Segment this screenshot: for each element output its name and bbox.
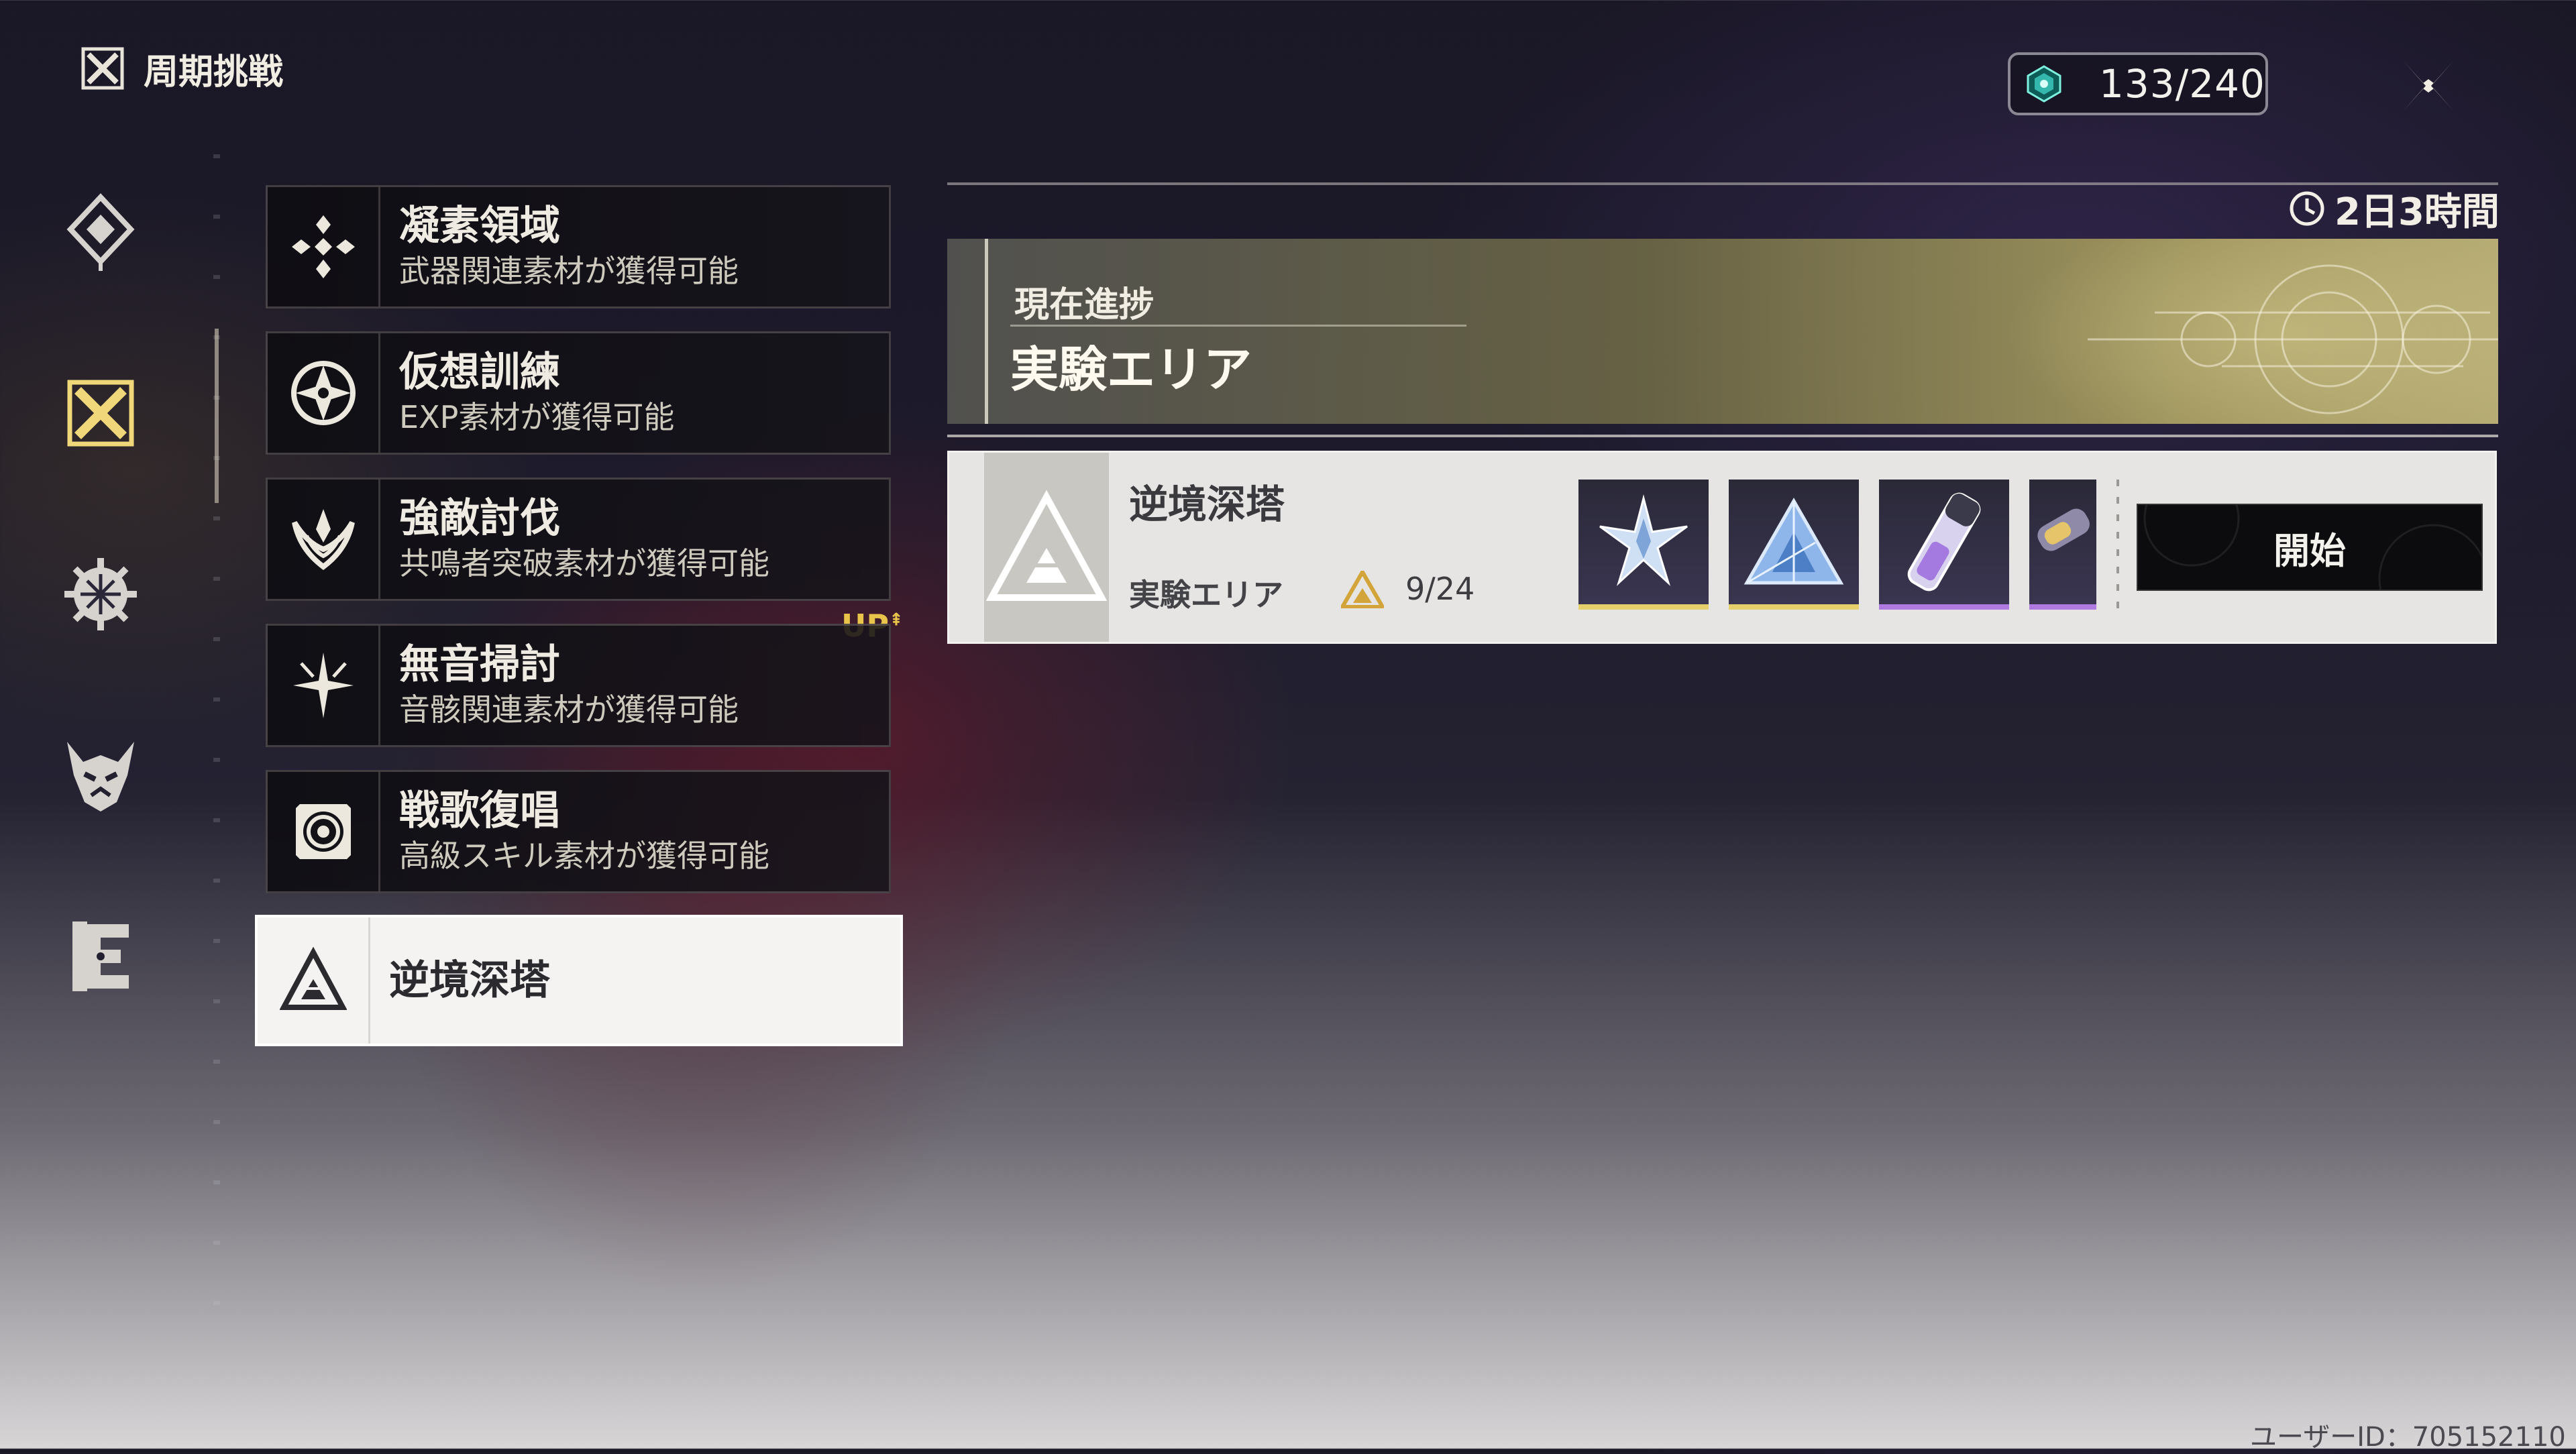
challenge-item[interactable]: 戦歌復唱 高級スキル素材が獲得可能 <box>266 770 891 893</box>
start-button[interactable]: 開始 <box>2137 504 2483 591</box>
challenge-icon-slot <box>268 772 380 891</box>
tower-title: 逆境深塔 <box>1129 482 1285 527</box>
challenge-desc: 武器関連素材が獲得可能 <box>399 253 739 289</box>
challenge-icon-slot <box>268 626 380 745</box>
tower-area: 実験エリア <box>1129 577 1283 613</box>
challenge-item-selected[interactable]: 逆境深塔 <box>255 915 903 1046</box>
triangle-tower-icon <box>279 947 347 1010</box>
banner-accent <box>985 239 988 424</box>
nav-active-indicator <box>215 329 219 503</box>
diamond-cluster-icon <box>291 215 355 278</box>
reward-item[interactable] <box>1578 480 1709 610</box>
challenge-name: 仮想訓練 <box>399 349 560 396</box>
nav-item-periodic[interactable] <box>60 373 141 453</box>
challenge-item[interactable]: 無音掃討 音骸関連素材が獲得可能 <box>266 624 891 747</box>
stamina-gem-icon <box>2027 65 2061 103</box>
partial-item-icon <box>2037 508 2090 551</box>
page-title: 周期挑戦 <box>144 52 284 93</box>
progress-triangle-icon <box>1341 571 1384 608</box>
panel-divider <box>947 182 2498 185</box>
close-button[interactable] <box>2395 52 2462 119</box>
target-ring-icon <box>295 804 351 859</box>
challenge-item[interactable]: 強敵討伐 共鳴者突破素材が獲得可能 <box>266 478 891 601</box>
challenge-icon-slot <box>258 917 370 1044</box>
banner-pattern <box>2088 264 2498 414</box>
sparkle-star-icon <box>292 653 354 718</box>
challenge-icon-slot <box>268 480 380 599</box>
tower-detail-card: 逆境深塔 実験エリア 9/24 開始 <box>947 451 2497 644</box>
challenge-desc: 共鳴者突破素材が獲得可能 <box>399 545 769 581</box>
challenge-name: 逆境深塔 <box>389 957 550 1004</box>
challenge-icon-slot <box>268 333 380 453</box>
challenge-desc: EXP素材が獲得可能 <box>399 399 675 435</box>
tower-progress: 9/24 <box>1405 571 1475 607</box>
challenge-item[interactable]: 仮想訓練 EXP素材が獲得可能 <box>266 331 891 455</box>
tower-emblem <box>984 453 1109 642</box>
challenge-icon-slot <box>268 187 380 306</box>
challenge-name: 戦歌復唱 <box>399 787 560 834</box>
button-pattern <box>2143 505 2481 590</box>
reward-item[interactable] <box>1729 480 1859 610</box>
nav-item-tower[interactable] <box>60 916 141 997</box>
snowflake-gear-icon <box>64 558 137 630</box>
nav-item-snowflake[interactable] <box>60 554 141 634</box>
reward-item[interactable] <box>1879 480 2009 610</box>
progress-label: 現在進捗 <box>1014 285 1155 325</box>
page-header: 周期挑戦 <box>79 44 283 93</box>
crossed-x-icon <box>67 380 134 447</box>
clock-icon <box>2290 191 2324 226</box>
crystal-star-icon <box>1599 494 1688 586</box>
challenge-desc: 音骸関連素材が獲得可能 <box>399 691 739 728</box>
nav-item-diamond[interactable] <box>60 192 141 272</box>
challenge-item[interactable]: 凝素領域 武器関連素材が獲得可能 <box>266 185 891 309</box>
close-x-icon <box>2403 60 2454 111</box>
stamina-counter[interactable]: 133/240 <box>2008 52 2268 115</box>
diamond-rune-icon <box>66 193 135 271</box>
demon-mask-icon <box>67 742 134 812</box>
panel-divider <box>947 435 2498 437</box>
challenge-name: 無音掃討 <box>399 641 560 688</box>
tower-gate-icon <box>72 921 129 991</box>
current-progress-banner: 現在進捗 実験エリア <box>947 239 2498 424</box>
flame-crest-icon <box>291 509 355 570</box>
challenge-name: 強敵討伐 <box>399 495 560 542</box>
user-id-text: ユーザーID：705152110 <box>2250 1422 2566 1453</box>
progress-area: 実験エリア <box>1010 341 1252 398</box>
progress-underline <box>1010 325 1466 327</box>
vial-capsule-icon <box>1907 492 1981 592</box>
triangle-tower-icon <box>986 490 1107 601</box>
reset-timer: 2日3時間 <box>2288 185 2500 234</box>
reward-divider <box>2116 480 2119 611</box>
crossed-x-icon <box>81 47 124 90</box>
stamina-value: 133/240 <box>2099 61 2265 107</box>
timer-text: 2日3時間 <box>2334 190 2500 234</box>
reward-item[interactable] <box>2029 480 2096 610</box>
compass-emblem-icon <box>290 361 356 425</box>
prism-triangle-icon <box>1743 497 1844 585</box>
challenge-name: 凝素領域 <box>399 203 560 249</box>
nav-item-boss[interactable] <box>60 735 141 816</box>
nav-divider-dots <box>213 154 220 1308</box>
challenge-desc: 高級スキル素材が獲得可能 <box>399 838 769 874</box>
